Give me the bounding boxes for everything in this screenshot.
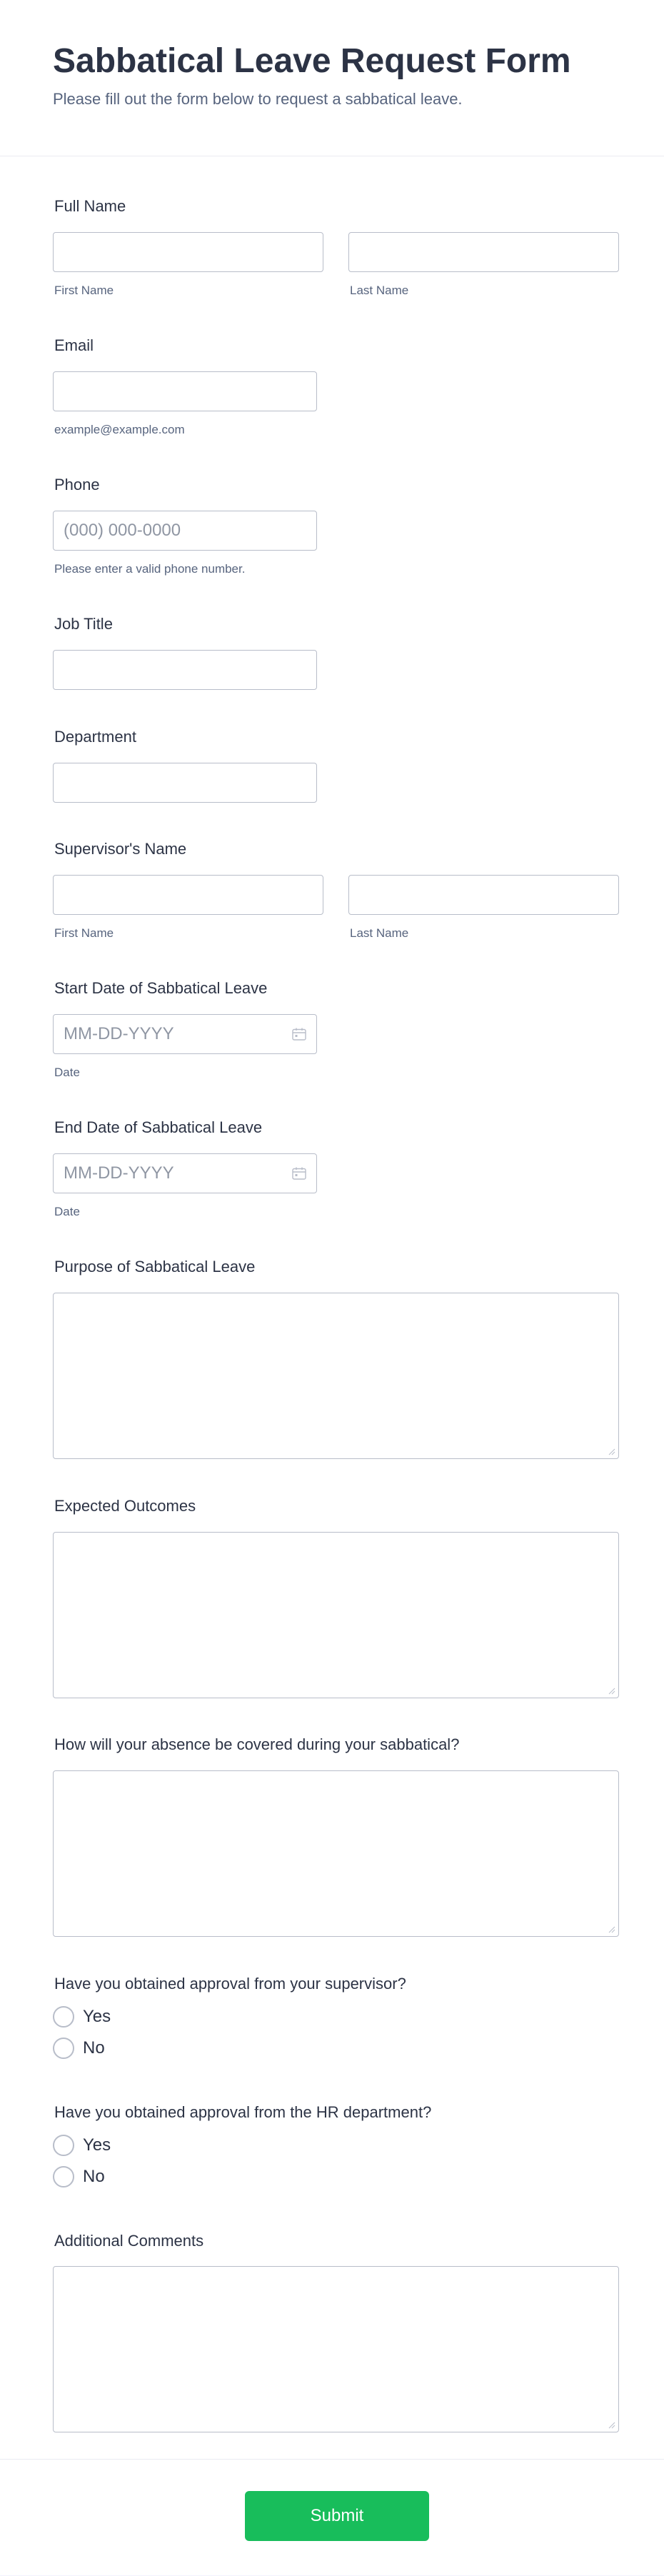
purpose-textarea[interactable] <box>53 1293 619 1459</box>
supervisor-first-sublabel: First Name <box>54 926 114 940</box>
submit-button[interactable]: Submit <box>245 2491 429 2541</box>
email-label: Email <box>54 336 94 354</box>
resize-handle-icon[interactable] <box>608 1926 615 1933</box>
first-name-input[interactable] <box>53 232 323 272</box>
coverage-textarea[interactable] <box>53 1770 619 1937</box>
end-date-label: End Date of Sabbatical Leave <box>54 1118 263 1136</box>
last-name-sublabel: Last Name <box>350 284 409 297</box>
purpose-label: Purpose of Sabbatical Leave <box>54 1258 256 1276</box>
job-title-label: Job Title <box>54 615 113 633</box>
hr-approval-yes-label[interactable]: Yes <box>83 2135 111 2155</box>
calendar-icon[interactable] <box>292 1167 306 1180</box>
calendar-icon[interactable] <box>292 1028 306 1041</box>
supervisor-name-label: Supervisor's Name <box>54 840 187 858</box>
last-name-input[interactable] <box>348 232 619 272</box>
comments-textarea[interactable] <box>53 2266 619 2432</box>
hr-approval-no-label[interactable]: No <box>83 2167 105 2187</box>
comments-label: Additional Comments <box>54 2232 204 2250</box>
supervisor-first-name-input[interactable] <box>53 875 323 915</box>
resize-handle-icon[interactable] <box>608 2422 615 2429</box>
email-sublabel: example@example.com <box>54 423 185 436</box>
hr-approval-yes-radio[interactable] <box>53 2135 74 2156</box>
email-input[interactable] <box>53 371 317 411</box>
full-name-label: Full Name <box>54 197 126 215</box>
end-date-sublabel: Date <box>54 1205 80 1218</box>
supervisor-last-sublabel: Last Name <box>350 926 409 940</box>
form-title: Sabbatical Leave Request Form <box>53 42 571 80</box>
supervisor-approval-yes-label[interactable]: Yes <box>83 2007 111 2027</box>
form-footer: Submit <box>0 2459 664 2576</box>
outcomes-textarea[interactable] <box>53 1532 619 1698</box>
supervisor-approval-yes-radio[interactable] <box>53 2006 74 2028</box>
phone-label: Phone <box>54 476 100 493</box>
coverage-label: How will your absence be covered during … <box>54 1735 460 1753</box>
start-date-sublabel: Date <box>54 1066 80 1079</box>
end-date-placeholder: MM-DD-YYYY <box>64 1163 174 1183</box>
supervisor-approval-no-label[interactable]: No <box>83 2038 105 2058</box>
outcomes-label: Expected Outcomes <box>54 1497 196 1515</box>
department-label: Department <box>54 728 136 746</box>
start-date-label: Start Date of Sabbatical Leave <box>54 979 268 997</box>
first-name-sublabel: First Name <box>54 284 114 297</box>
job-title-input[interactable] <box>53 650 317 690</box>
department-input[interactable] <box>53 763 317 803</box>
phone-input[interactable]: (000) 000-0000 <box>53 511 317 551</box>
resize-handle-icon[interactable] <box>608 1688 615 1695</box>
form-header: Sabbatical Leave Request Form Please fil… <box>0 0 664 156</box>
start-date-placeholder: MM-DD-YYYY <box>64 1024 174 1043</box>
hr-approval-label: Have you obtained approval from the HR d… <box>54 2103 432 2121</box>
form-subtitle: Please fill out the form below to reques… <box>53 90 463 108</box>
start-date-input[interactable]: MM-DD-YYYY <box>53 1014 317 1054</box>
end-date-input[interactable]: MM-DD-YYYY <box>53 1153 317 1193</box>
hr-approval-no-radio[interactable] <box>53 2166 74 2187</box>
phone-sublabel: Please enter a valid phone number. <box>54 562 246 576</box>
supervisor-approval-no-radio[interactable] <box>53 2038 74 2059</box>
supervisor-last-name-input[interactable] <box>348 875 619 915</box>
form-page: Sabbatical Leave Request Form Please fil… <box>0 0 664 2575</box>
resize-handle-icon[interactable] <box>608 1448 615 1455</box>
supervisor-approval-label: Have you obtained approval from your sup… <box>54 1975 406 1993</box>
